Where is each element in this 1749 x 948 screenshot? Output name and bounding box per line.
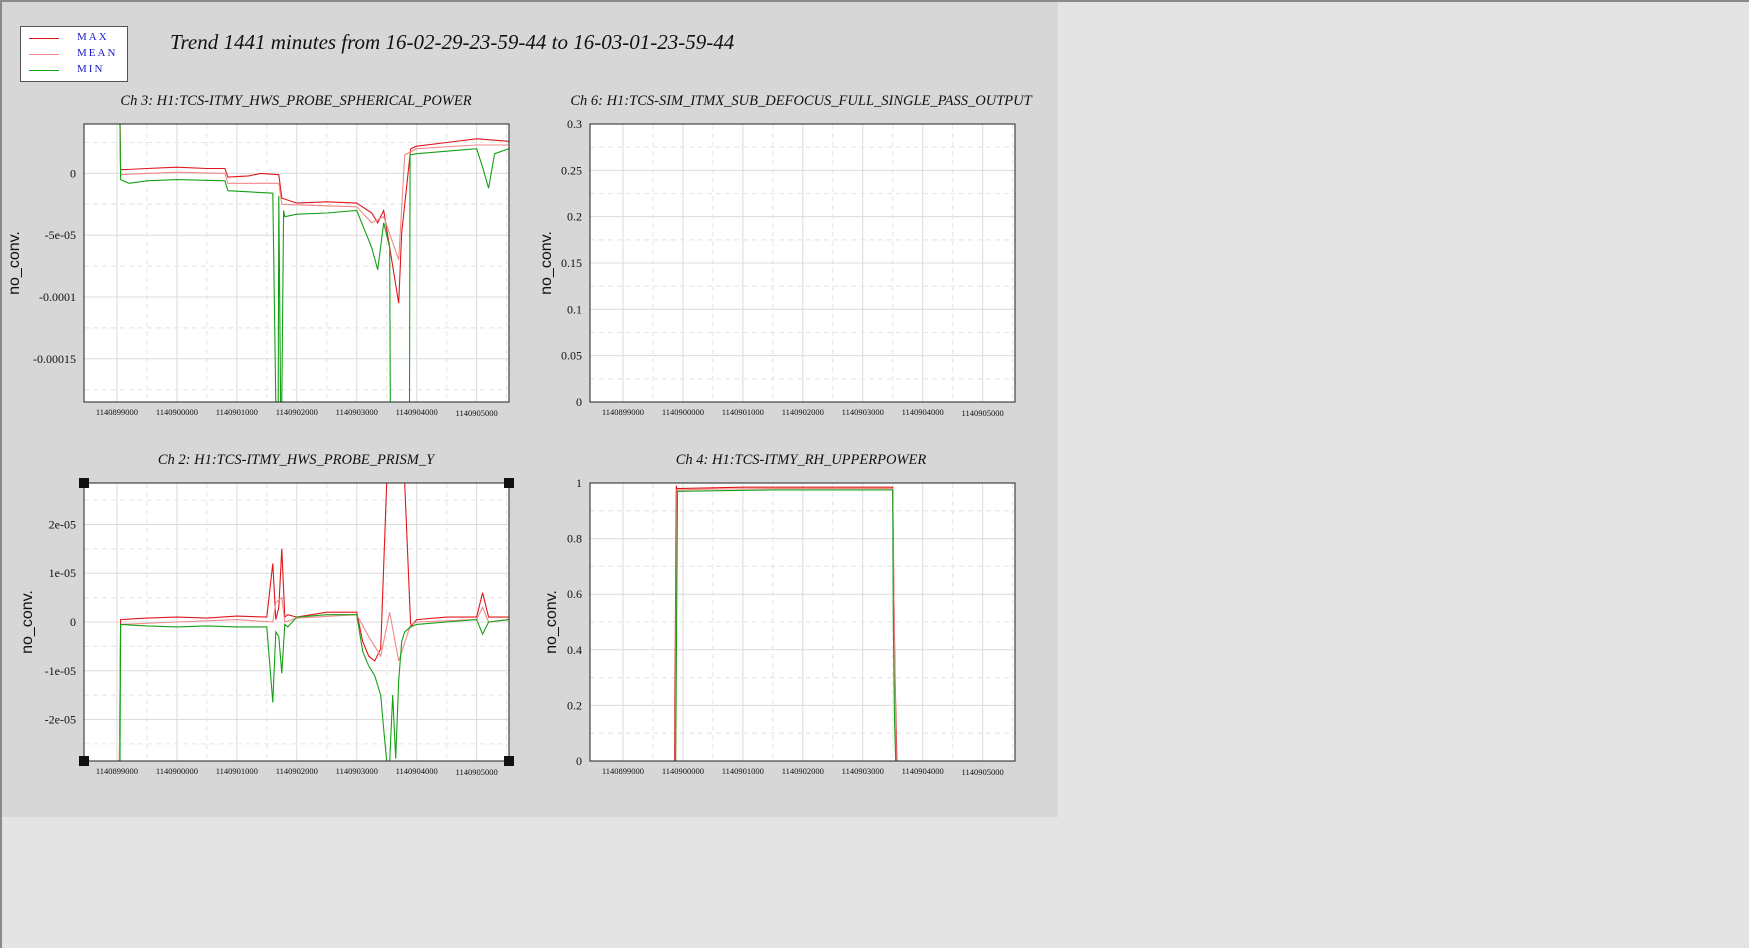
x-tick-label: 1140901000 xyxy=(216,407,258,417)
selection-handle[interactable] xyxy=(504,756,514,766)
y-axis-label: no_conv. xyxy=(6,231,23,295)
selection-handle[interactable] xyxy=(504,478,514,488)
x-tick-label: 1140904000 xyxy=(396,407,438,417)
selection-handle[interactable] xyxy=(79,478,89,488)
y-tick-label: 0.4 xyxy=(567,643,582,657)
y-axis-label: no_conv. xyxy=(538,231,555,295)
y-tick-label: 0.2 xyxy=(567,698,582,712)
y-tick-label: -0.0001 xyxy=(39,290,76,304)
chart-title: Ch 6: H1:TCS-SIM_ITMX_SUB_DEFOCUS_FULL_S… xyxy=(570,93,1032,109)
x-tick-label: 1140899000 xyxy=(96,766,138,776)
y-axis-label: no_conv. xyxy=(19,590,36,654)
x-tick-label: 1140899000 xyxy=(602,407,644,417)
x-tick-label: 1140902000 xyxy=(276,407,318,417)
y-tick-label: -2e-05 xyxy=(45,713,76,727)
x-tick-label: 1140900000 xyxy=(662,407,704,417)
x-tick-label: 1140904000 xyxy=(902,766,944,776)
y-tick-label: 1 xyxy=(576,476,582,490)
chart-title: Ch 4: H1:TCS-ITMY_RH_UPPERPOWER xyxy=(676,452,927,468)
x-tick-label: 1140905000 xyxy=(456,408,498,418)
y-tick-label: 0.15 xyxy=(561,256,582,270)
y-tick-label: 0 xyxy=(70,166,76,180)
x-tick-label: 1140903000 xyxy=(336,407,378,417)
y-tick-label: 0 xyxy=(70,615,76,629)
x-tick-label: 1140905000 xyxy=(962,767,1004,777)
x-tick-label: 1140905000 xyxy=(962,408,1004,418)
y-tick-label: 0.6 xyxy=(567,587,582,601)
chart-4: 1 0.8 0.6 0.4 0.2 0 1140899000 1140900000 114090… xyxy=(543,452,1016,777)
y-tick-label: -0.00015 xyxy=(33,352,76,366)
selection-handle[interactable] xyxy=(79,756,89,766)
x-tick-label: 1140900000 xyxy=(156,407,198,417)
x-tick-label: 1140903000 xyxy=(842,407,884,417)
y-tick-label: 0.2 xyxy=(567,210,582,224)
x-tick-label: 1140901000 xyxy=(216,766,258,776)
y-tick-label: 1e-05 xyxy=(49,566,76,580)
chart-3: 2e-05 1e-05 0 -1e-05 -2e-05 1140899000 1140900… xyxy=(19,452,510,777)
y-tick-label: 0.3 xyxy=(567,117,582,131)
chart-title: Ch 2: H1:TCS-ITMY_HWS_PROBE_PRISM_Y xyxy=(158,452,436,468)
y-tick-label: -1e-05 xyxy=(45,664,76,678)
y-tick-label: 0.25 xyxy=(561,163,582,177)
x-tick-label: 1140900000 xyxy=(156,766,198,776)
x-tick-label: 1140904000 xyxy=(396,766,438,776)
y-tick-label: 0 xyxy=(576,754,582,768)
y-tick-label: 0 xyxy=(576,395,582,409)
x-tick-label: 1140902000 xyxy=(276,766,318,776)
chart-title: Ch 3: H1:TCS-ITMY_HWS_PROBE_SPHERICAL_PO… xyxy=(120,93,471,109)
y-tick-label: 2e-05 xyxy=(49,517,76,531)
x-tick-label: 1140899000 xyxy=(96,407,138,417)
x-tick-label: 1140904000 xyxy=(902,407,944,417)
charts-svg: 0 -5e-05 -0.0001 -0.00015 1140899000 11409000… xyxy=(6,93,1033,777)
y-tick-label: -5e-05 xyxy=(45,228,76,242)
x-tick-label: 1140902000 xyxy=(782,407,824,417)
y-axis-label: no_conv. xyxy=(543,590,560,654)
y-tick-label: 0.05 xyxy=(561,349,582,363)
x-tick-label: 1140900000 xyxy=(662,766,704,776)
x-tick-label: 1140903000 xyxy=(336,766,378,776)
y-tick-label: 0.8 xyxy=(567,532,582,546)
chart-2: 0.3 0.25 0.2 0.15 0.1 0.05 0 1140899000 11409000… xyxy=(538,93,1033,418)
x-tick-label: 1140905000 xyxy=(456,767,498,777)
x-tick-label: 1140899000 xyxy=(602,766,644,776)
x-tick-label: 1140903000 xyxy=(842,766,884,776)
x-tick-label: 1140901000 xyxy=(722,766,764,776)
chart-1: 0 -5e-05 -0.0001 -0.00015 1140899000 11409000… xyxy=(6,93,510,418)
x-tick-label: 1140902000 xyxy=(782,766,824,776)
y-tick-label: 0.1 xyxy=(567,302,582,316)
x-tick-label: 1140901000 xyxy=(722,407,764,417)
